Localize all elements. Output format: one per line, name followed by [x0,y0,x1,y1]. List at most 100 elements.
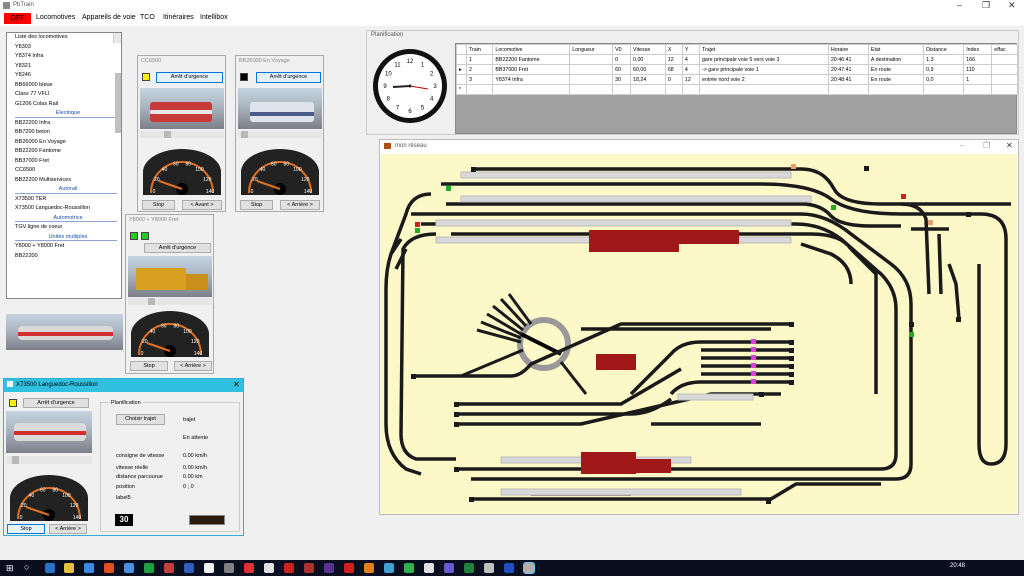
table-cell[interactable] [630,84,666,95]
table-cell[interactable]: 20:48:41 [827,74,869,85]
table-cell[interactable]: 20:46:41 [827,54,869,65]
stop-button[interactable]: Stop [130,361,168,371]
list-item[interactable]: TGV ligne de coeur [11,223,121,233]
list-item[interactable]: CC6500 [11,166,121,176]
list-item[interactable]: Y8303 [11,43,121,53]
list-item[interactable]: Y8374 Infra [11,52,121,62]
list-item[interactable]: BB22200 Infra [11,119,121,129]
close-icon[interactable]: ✕ [1008,0,1016,11]
table-cell[interactable] [827,84,869,95]
list-item[interactable]: BB22200 Fantome [11,147,121,157]
table-cell[interactable] [569,54,614,65]
app-icon[interactable] [504,563,514,573]
app-icon[interactable] [424,563,434,573]
app-icon[interactable] [364,563,374,573]
table-cell[interactable] [569,74,614,85]
list-item[interactable]: BB22200 [11,252,121,262]
direction-button[interactable]: < Arrière > [174,361,212,371]
off-button[interactable]: OFF [4,13,31,24]
vs-icon[interactable] [444,563,454,573]
pbtrain-icon[interactable] [523,562,535,574]
table-cell[interactable]: En route [867,74,925,85]
table-cell[interactable]: entrée nord voie 2 [698,74,829,85]
new-row[interactable]: * [456,84,1018,95]
app-icon[interactable] [384,563,394,573]
urgence-button[interactable]: Arrêt d'urgence [23,398,89,408]
maximize-icon[interactable]: ❐ [983,141,990,150]
list-item[interactable]: X73500 Languedoc-Roussillon [11,204,121,214]
close-icon[interactable]: ✕ [233,380,240,389]
app-icon[interactable] [284,563,294,573]
choisir-trajet-button[interactable]: Choisir trajet [116,414,165,425]
table-cell[interactable]: 12 [681,74,700,85]
minimize-icon[interactable]: – [960,141,964,150]
table-cell[interactable]: 30 [612,74,632,85]
column-header[interactable]: Etat [867,44,925,55]
table-cell[interactable] [991,84,1018,95]
app-icon[interactable] [344,563,354,573]
app-icon[interactable] [324,563,334,573]
list-item[interactable]: Liste des locomotives [11,33,121,43]
maximize-icon[interactable]: ❐ [982,0,990,11]
table-cell[interactable]: Y8374 Infra [492,74,571,85]
table-cell[interactable]: 18,24 [630,74,666,85]
column-header[interactable]: Y [681,44,700,55]
loco-list[interactable]: Liste des locomotives Y8303 Y8374 Infra Y83… [6,32,122,299]
table-cell[interactable]: 0,0 [923,74,965,85]
table-cell[interactable]: En route [867,64,925,75]
list-item[interactable]: Y8321 [11,62,121,72]
column-header[interactable]: Vitesse [630,44,666,55]
table-cell[interactable]: 4 [681,54,700,65]
table-cell[interactable]: 68 [664,64,683,75]
table-cell[interactable]: 60 [612,64,632,75]
column-header[interactable]: Train [465,44,494,55]
menu-locomotives[interactable]: Locomotives [36,14,75,21]
excel-icon[interactable] [144,563,154,573]
table-cell[interactable] [569,84,614,95]
word-icon[interactable] [184,563,194,573]
table-cell[interactable]: 166 [963,54,993,65]
app-icon[interactable] [304,563,314,573]
list-item[interactable]: Y8000 + Y8000 Fret [11,242,121,252]
list-item[interactable]: BB22200 Multiservices [11,176,121,186]
table-cell[interactable]: 1 [963,74,993,85]
table-cell[interactable]: 0 [612,54,632,65]
list-item[interactable]: Class 77 VFLI [11,90,121,100]
column-header[interactable]: X [664,44,683,55]
direction-button[interactable]: < Arrière > [49,524,87,534]
table-cell[interactable] [465,84,494,95]
table-cell[interactable]: -> gare principale voie 1 [698,64,829,75]
column-header[interactable]: Trajet [698,44,829,55]
table-row[interactable]: 1 BB22200 Fantome 0 0,00 12 4 gare principale … [456,54,1018,65]
speed-slider[interactable] [6,456,92,464]
planification-grid[interactable]: Train Locomotive Longueur V0 Vitesse X Y Trajet… [455,43,1018,134]
table-cell[interactable]: 12 [664,54,683,65]
app-icon[interactable] [264,563,274,573]
app-icon[interactable] [244,563,254,573]
menu-intellibox[interactable]: Intellibox [200,14,228,21]
table-cell[interactable]: 60,00 [630,64,666,75]
direction-button[interactable]: < Avant > [182,200,222,210]
close-icon[interactable]: ✕ [1006,141,1013,150]
list-item[interactable]: Y8246 [11,71,121,81]
table-cell[interactable]: 4 [681,64,700,75]
table-cell[interactable]: 1,3 [923,54,965,65]
edge-icon[interactable] [45,563,55,573]
explorer-icon[interactable] [64,563,74,573]
app-icon[interactable] [204,563,214,573]
table-cell[interactable] [991,54,1018,65]
app-icon[interactable] [404,563,414,573]
app-icon[interactable] [164,563,174,573]
app-icon[interactable] [484,563,494,573]
track-layout[interactable] [381,154,1017,514]
table-cell[interactable]: BB37000 Fret [492,64,571,75]
column-header[interactable]: Longueur [569,44,614,55]
search-icon[interactable]: ○ [24,562,29,572]
stop-button[interactable]: Stop [240,200,273,210]
table-cell[interactable]: 3 [465,74,494,85]
firefox-icon[interactable] [104,563,114,573]
table-cell[interactable] [923,84,965,95]
table-cell[interactable]: 1 [465,54,494,65]
table-cell[interactable]: 0 [664,74,683,85]
list-item[interactable]: BB26000 En Voyage [11,138,121,148]
